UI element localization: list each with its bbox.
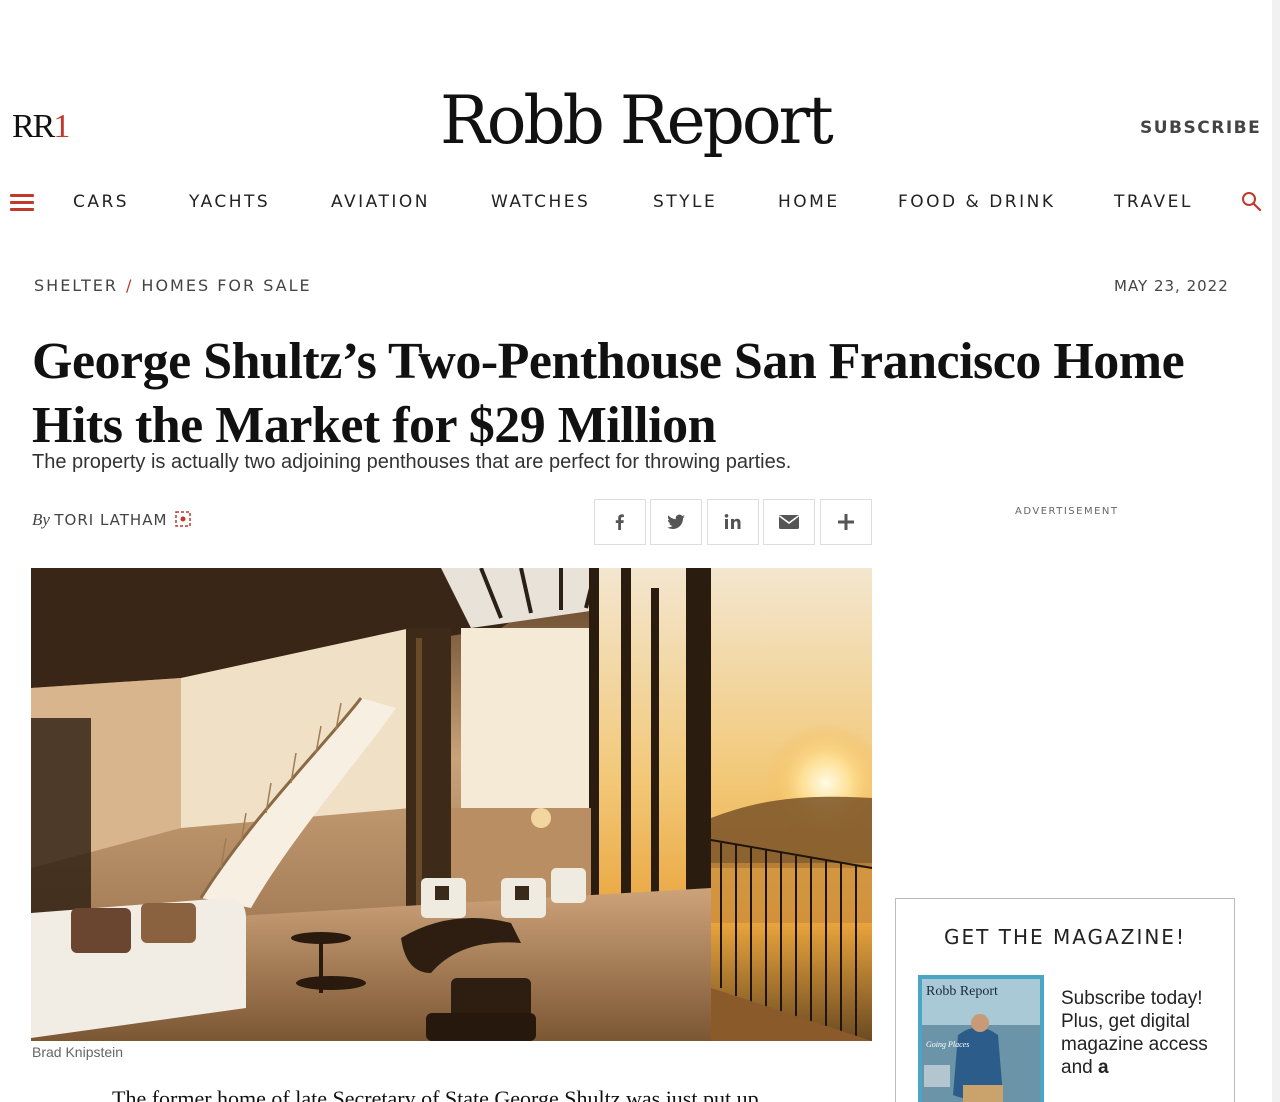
share-facebook-button[interactable] <box>594 499 646 545</box>
linkedin-icon <box>724 514 741 529</box>
nav-item-watches[interactable]: WATCHES <box>491 192 590 212</box>
author-link[interactable]: TORI LATHAM <box>54 511 167 529</box>
magazine-promo-copy-bold: a <box>1097 1057 1109 1078</box>
photo-credit: Brad Knipstein <box>32 1044 124 1060</box>
byline-by: By <box>32 510 50 529</box>
breadcrumb-homes-for-sale[interactable]: HOMES FOR SALE <box>141 276 311 295</box>
breadcrumb: SHELTER / HOMES FOR SALE <box>34 276 312 295</box>
nav-item-aviation[interactable]: AVIATION <box>331 192 430 212</box>
cover-tagline: Going Places <box>926 1040 969 1049</box>
publish-date: MAY 23, 2022 <box>1114 277 1229 295</box>
author-profile-icon[interactable] <box>175 511 191 527</box>
nav-item-cars[interactable]: CARS <box>73 192 129 212</box>
rr1-accent: 1 <box>53 108 70 145</box>
email-icon <box>779 515 799 529</box>
subscribe-link[interactable]: SUBSCRIBE <box>1140 118 1261 138</box>
article-body-first-line: The former home of late Secretary of Sta… <box>112 1086 759 1102</box>
nav-item-style[interactable]: STYLE <box>653 192 717 212</box>
scrollbar[interactable] <box>1272 0 1280 1102</box>
advertisement-label: ADVERTISEMENT <box>1015 506 1119 517</box>
rr1-letters: RR <box>12 108 55 145</box>
hero-image[interactable] <box>31 568 872 1041</box>
magazine-promo-title: GET THE MAGAZINE! <box>944 925 1186 949</box>
twitter-icon <box>667 514 685 530</box>
plus-icon <box>838 514 854 530</box>
main-nav: CARS YACHTS AVIATION WATCHES STYLE HOME … <box>0 188 1272 220</box>
search-icon[interactable] <box>1240 190 1264 214</box>
hamburger-icon[interactable] <box>10 192 34 212</box>
site-logo[interactable]: Robb Report <box>440 82 834 159</box>
share-twitter-button[interactable] <box>650 499 702 545</box>
magazine-promo-copy: Subscribe today! Plus, get digital magaz… <box>1061 988 1208 1078</box>
facebook-icon <box>615 514 624 530</box>
nav-item-travel[interactable]: TRAVEL <box>1114 192 1193 212</box>
share-email-button[interactable] <box>763 499 815 545</box>
share-linkedin-button[interactable] <box>707 499 759 545</box>
byline: By TORI LATHAM <box>32 510 191 530</box>
rr1-logo[interactable]: RR1 <box>12 108 70 146</box>
breadcrumb-shelter[interactable]: SHELTER <box>34 276 118 295</box>
nav-item-yachts[interactable]: YACHTS <box>189 192 270 212</box>
magazine-promo[interactable]: GET THE MAGAZINE! Robb Report Going Plac… <box>895 898 1235 1102</box>
nav-item-home[interactable]: HOME <box>778 192 840 212</box>
site-header: RR1 Robb Report SUBSCRIBE CARS YACHTS AV… <box>0 0 1272 240</box>
cover-title: Robb Report <box>926 984 998 999</box>
nav-item-food-drink[interactable]: FOOD & DRINK <box>898 192 1055 212</box>
magazine-promo-text: Subscribe today! Plus, get digital magaz… <box>1061 987 1221 1079</box>
share-more-button[interactable] <box>820 499 872 545</box>
magazine-cover-image[interactable]: Robb Report Going Places <box>918 975 1044 1102</box>
article-dek: The property is actually two adjoining p… <box>32 451 792 473</box>
breadcrumb-separator: / <box>126 276 134 295</box>
article-headline: George Shultz’s Two-Penthouse San Franci… <box>32 333 1185 454</box>
